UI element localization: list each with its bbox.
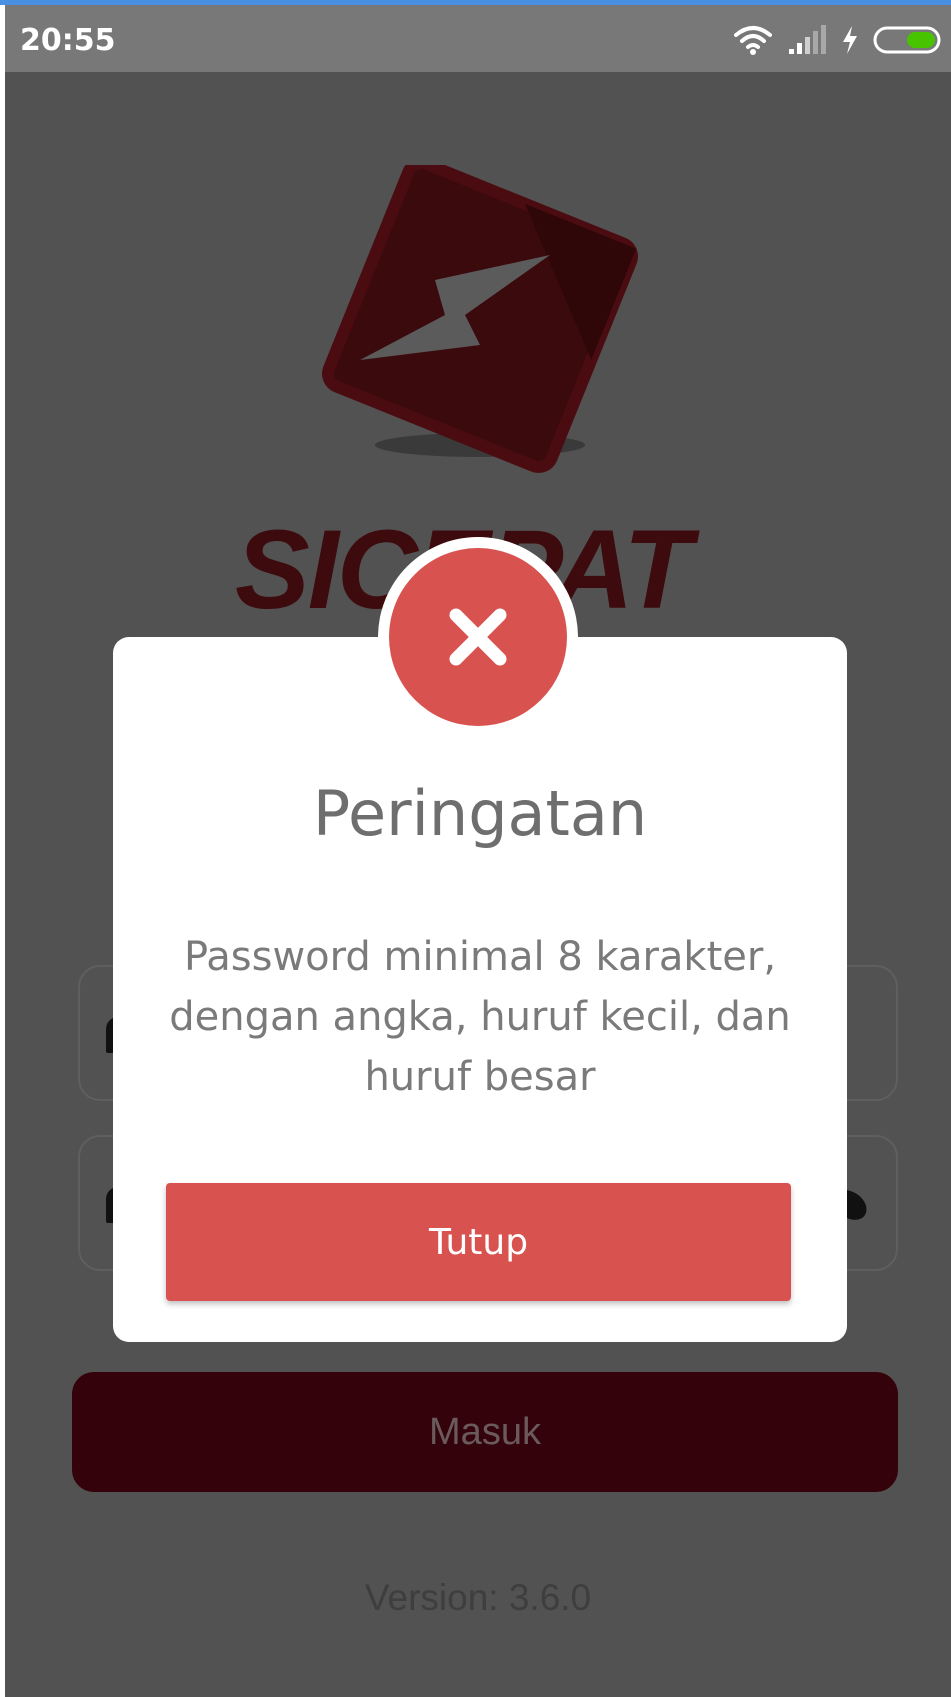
login-button[interactable]: Masuk [72,1372,898,1492]
status-bar: 20:55 [5,5,951,72]
signal-icon [789,25,826,54]
wifi-icon [734,26,772,55]
charging-icon [843,26,857,54]
status-icons [733,23,943,57]
close-dialog-button[interactable]: Tutup [166,1183,791,1301]
app-screen: 20:55 Masuk Version: 3.6.0 Peringatan Pa… [0,0,951,1697]
warning-dialog: Peringatan Password minimal 8 karakter, … [113,637,847,1342]
battery-icon [873,26,941,54]
dialog-badge [378,537,578,737]
version-label: Version: 3.6.0 [364,1577,592,1618]
status-time: 20:55 [20,23,116,58]
sicepat-logo [315,157,645,495]
dialog-message: Password minimal 8 karakter, dengan angk… [169,934,791,1100]
dialog-badge-circle [389,548,567,726]
dialog-title: Peringatan [312,777,648,850]
close-icon [449,608,507,666]
